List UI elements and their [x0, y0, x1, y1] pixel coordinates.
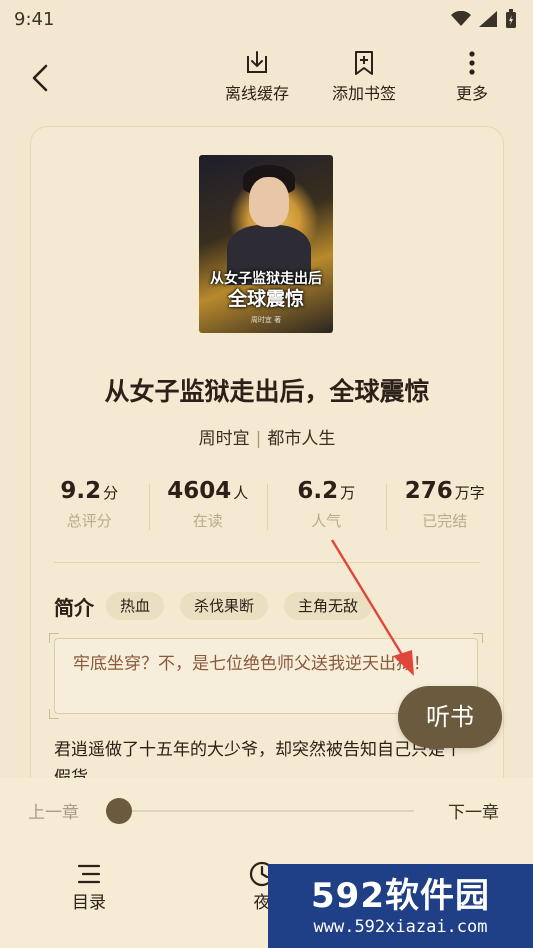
battery-icon	[506, 9, 516, 28]
stat-readers: 4604 人 在读	[148, 478, 268, 548]
wifi-icon	[451, 11, 471, 26]
book-meta: 周时宜 | 都市人生	[30, 424, 504, 449]
stat-word-count: 276 万字 已完结	[385, 478, 505, 548]
book-author[interactable]: 周时宜	[199, 429, 250, 449]
stat-value: 6.2 万	[297, 478, 356, 504]
chapter-progress-track[interactable]	[118, 810, 414, 812]
section-divider	[54, 562, 480, 563]
watermark-url: www.592xiazai.com	[313, 917, 488, 937]
signal-icon	[479, 11, 497, 27]
tag-hot-blooded[interactable]: 热血	[106, 592, 165, 620]
next-chapter-button[interactable]: 下一章	[448, 798, 499, 823]
stat-value: 9.2 分	[60, 478, 119, 504]
chapter-progress-knob[interactable]	[106, 798, 132, 824]
offline-cache-label: 离线缓存	[225, 84, 290, 103]
toc-label: 目录	[72, 893, 106, 913]
prev-chapter-button[interactable]: 上一章	[28, 798, 79, 823]
offline-cache-button[interactable]: 离线缓存	[225, 50, 289, 104]
stat-value: 4604 人	[167, 478, 249, 504]
quote-corner	[49, 633, 59, 643]
watermark-logo-text: 592软件园	[311, 876, 490, 916]
tag-decisive[interactable]: 杀伐果断	[180, 592, 269, 620]
intro-quote-text: 牢底坐穿？不，是七位绝色师父送我逆天出狱！	[73, 654, 430, 674]
book-cover[interactable]: 从女子监狱走出后 全球震惊 周时宜 著	[199, 155, 333, 333]
intro-heading: 简介	[54, 595, 94, 620]
more-vertical-icon	[469, 51, 475, 75]
status-bar: 9:41	[0, 0, 533, 38]
quote-corner	[473, 633, 483, 643]
cover-title-line2: 全球震惊	[227, 288, 304, 310]
back-arrow-icon[interactable]	[24, 60, 60, 96]
stat-label: 在读	[192, 512, 223, 530]
list-icon	[77, 864, 101, 884]
book-stats: 9.2 分 总评分 4604 人 在读 6.2 万 人气 276 万字 已完结	[30, 478, 504, 548]
bookmark-add-icon	[355, 51, 373, 75]
add-bookmark-label: 添加书签	[332, 84, 397, 103]
meta-separator: |	[255, 429, 262, 449]
cover-title: 从女子监狱走出后 全球震惊	[199, 269, 333, 309]
cover-author: 周时宜 著	[250, 316, 282, 324]
book-title: 从女子监狱走出后，全球震惊	[104, 377, 430, 406]
download-icon	[247, 51, 267, 73]
status-time: 9:41	[14, 8, 55, 30]
tag-invincible[interactable]: 主角无敌	[284, 592, 373, 620]
stat-label: 人气	[311, 512, 342, 530]
more-button[interactable]: 更多	[456, 50, 488, 104]
book-category[interactable]: 都市人生	[267, 429, 335, 449]
cover-title-line1: 从女子监狱走出后	[210, 271, 322, 287]
more-label: 更多	[456, 84, 489, 103]
stat-popularity: 6.2 万 人气	[267, 478, 386, 548]
toc-button[interactable]: 目录	[72, 860, 106, 913]
intro-header: 简介 热血 杀伐果断 主角无敌	[54, 590, 388, 622]
site-watermark: 592软件园 www.592xiazai.com	[268, 864, 533, 948]
quote-corner	[49, 709, 59, 719]
top-bar: 离线缓存 添加书签 更多	[0, 38, 533, 118]
stat-label: 已完结	[422, 512, 468, 530]
stat-rating: 9.2 分 总评分	[30, 478, 149, 548]
stat-value: 276 万字	[404, 478, 485, 504]
listen-button[interactable]: 听书	[398, 686, 502, 748]
add-bookmark-button[interactable]: 添加书签	[332, 50, 396, 104]
chapter-nav: 上一章 下一章	[0, 796, 533, 826]
cover-figure-head	[249, 177, 289, 227]
stat-label: 总评分	[66, 512, 112, 530]
status-icons	[451, 9, 517, 29]
